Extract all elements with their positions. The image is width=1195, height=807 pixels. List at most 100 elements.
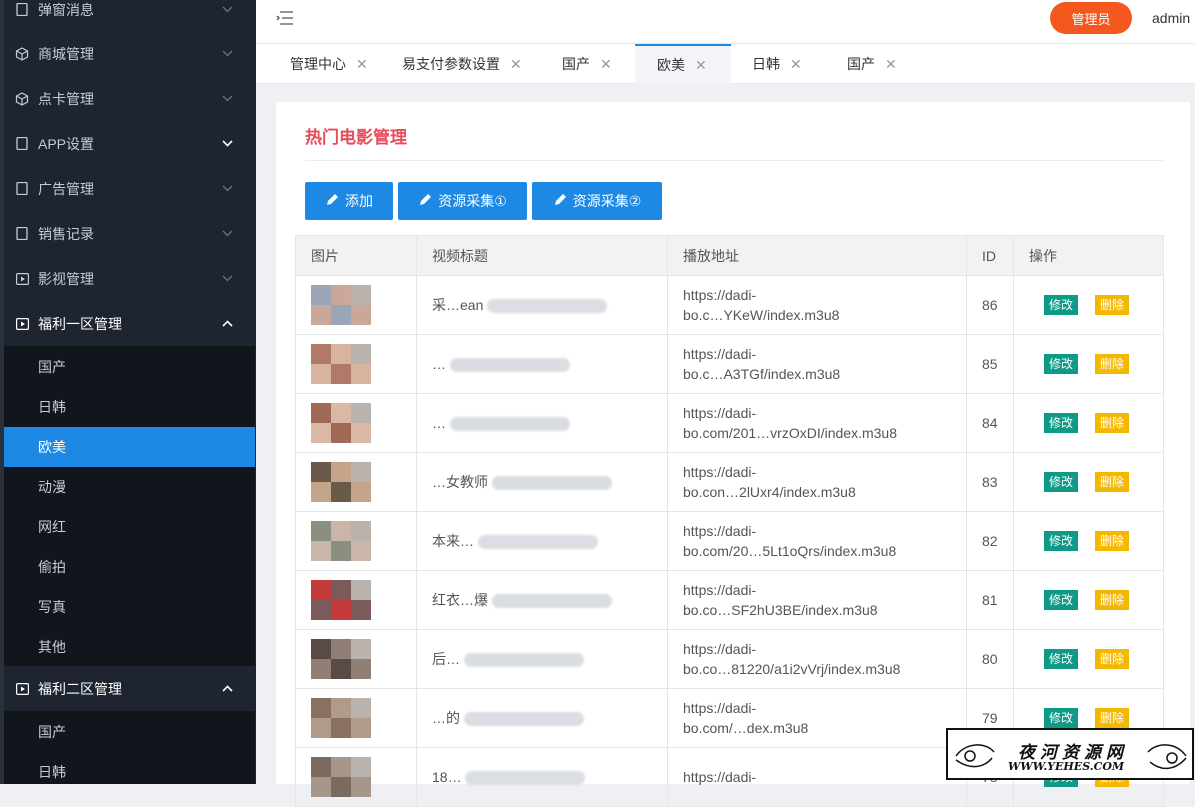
tab-payment-settings[interactable]: 易支付参数设置 ✕ <box>368 44 534 84</box>
button-label: 资源采集① <box>438 193 507 209</box>
tab-western[interactable]: 欧美 ✕ <box>635 44 731 84</box>
close-icon[interactable]: ✕ <box>790 56 802 73</box>
chevron-down-icon <box>221 4 233 16</box>
close-icon[interactable]: ✕ <box>510 56 522 73</box>
thumbnail-image[interactable] <box>311 285 371 325</box>
collect-button-2[interactable]: 资源采集② <box>532 182 662 220</box>
sidebar-item-label: 福利二区管理 <box>38 680 122 697</box>
sidebar-subitem-domestic[interactable]: 国产 <box>4 347 255 387</box>
thumbnail-cell <box>295 393 417 453</box>
sidebar-subitem-western[interactable]: 欧美 <box>4 427 255 467</box>
actions-cell: 修改删除 <box>1013 629 1164 689</box>
thumbnail-image[interactable] <box>311 639 371 679</box>
chevron-up-icon <box>221 683 233 695</box>
close-icon[interactable]: ✕ <box>695 57 707 74</box>
title-cell: 18… <box>416 747 668 807</box>
edit-button[interactable]: 修改 <box>1044 708 1078 728</box>
chevron-up-icon <box>221 318 233 330</box>
edit-button[interactable]: 修改 <box>1044 295 1078 315</box>
url-line-1: https://dadi- <box>683 346 757 362</box>
sidebar-item-welfare-2[interactable]: 福利二区管理 <box>4 666 255 711</box>
edit-button[interactable]: 修改 <box>1044 472 1078 492</box>
sidebar-item-label: 商城管理 <box>38 45 94 62</box>
page-title: 热门电影管理 <box>305 128 407 147</box>
title-cell: 本来… <box>416 511 668 571</box>
delete-button[interactable]: 删除 <box>1095 354 1129 374</box>
edit-button[interactable]: 修改 <box>1044 413 1078 433</box>
tab-bar: 管理中心 ✕ 易支付参数设置 ✕ 国产 ✕ 欧美 ✕ 日韩 ✕ 国产 ✕ <box>256 44 1195 84</box>
sidebar-item-ads[interactable]: 广告管理 <box>4 166 255 211</box>
role-button[interactable]: 管理员 <box>1050 2 1132 34</box>
menu-toggle-icon[interactable] <box>276 11 294 25</box>
close-icon[interactable]: ✕ <box>600 56 612 73</box>
sidebar-subitem-domestic-2[interactable]: 国产 <box>4 712 255 752</box>
tab-label: 易支付参数设置 <box>402 56 500 72</box>
id-cell: 83 <box>966 452 1014 512</box>
close-icon[interactable]: ✕ <box>356 56 368 73</box>
button-label: 添加 <box>345 193 373 209</box>
edit-button[interactable]: 修改 <box>1044 590 1078 610</box>
video-title: …的 <box>432 710 460 726</box>
delete-button[interactable]: 删除 <box>1095 472 1129 492</box>
sidebar-item-label: 影视管理 <box>38 270 94 287</box>
thumbnail-image[interactable] <box>311 698 371 738</box>
sidebar-item-popup-messages[interactable]: 弹窗消息 <box>4 0 255 32</box>
sidebar-item-shop[interactable]: 商城管理 <box>4 31 255 76</box>
tab-jpkr[interactable]: 日韩 ✕ <box>718 44 814 84</box>
title-cell: …女教师 <box>416 452 668 512</box>
thumbnail-image[interactable] <box>311 757 371 797</box>
tab-dashboard[interactable]: 管理中心 ✕ <box>256 44 380 84</box>
id-cell: 85 <box>966 334 1014 394</box>
sidebar-subitem-candid[interactable]: 偷拍 <box>4 547 255 587</box>
edit-button[interactable]: 修改 <box>1044 649 1078 669</box>
thumbnail-image[interactable] <box>311 521 371 561</box>
delete-button[interactable]: 删除 <box>1095 413 1129 433</box>
tab-domestic[interactable]: 国产 ✕ <box>528 44 624 84</box>
tab-domestic-2[interactable]: 国产 ✕ <box>813 44 909 84</box>
sidebar-subitem-other[interactable]: 其他 <box>4 627 255 667</box>
sidebar-subitem-influencer[interactable]: 网红 <box>4 507 255 547</box>
delete-button[interactable]: 删除 <box>1095 649 1129 669</box>
thumbnail-cell <box>295 570 417 630</box>
close-icon[interactable]: ✕ <box>885 56 897 73</box>
delete-button[interactable]: 删除 <box>1095 708 1129 728</box>
sidebar-item-video[interactable]: 影视管理 <box>4 256 255 301</box>
chevron-down-icon <box>221 273 233 285</box>
delete-button[interactable]: 删除 <box>1095 295 1129 315</box>
delete-button[interactable]: 删除 <box>1095 590 1129 610</box>
sidebar-item-label: 广告管理 <box>38 180 94 197</box>
thumbnail-image[interactable] <box>311 344 371 384</box>
thumbnail-cell <box>295 511 417 571</box>
thumbnail-cell <box>295 747 417 807</box>
thumbnail-image[interactable] <box>311 403 371 443</box>
sidebar-subitem-jpkr[interactable]: 日韩 <box>4 387 255 427</box>
sidebar-subitem-anime[interactable]: 动漫 <box>4 467 255 507</box>
edit-button[interactable]: 修改 <box>1044 354 1078 374</box>
watermark-logo: 夜河资源网 WWW.YEHES.COM <box>946 728 1194 780</box>
collect-button-1[interactable]: 资源采集① <box>398 182 527 220</box>
sidebar-subitem-jpkr-2[interactable]: 日韩 <box>4 752 255 784</box>
video-title: … <box>432 356 446 372</box>
edit-button[interactable]: 修改 <box>1044 531 1078 551</box>
thumbnail-cell <box>295 688 417 748</box>
url-line-2: bo.com/20…5Lt1oQrs/index.m3u8 <box>683 543 897 559</box>
sidebar-item-welfare-1[interactable]: 福利一区管理 <box>4 301 255 346</box>
sidebar-subitem-photo[interactable]: 写真 <box>4 587 255 627</box>
sidebar-item-app-settings[interactable]: APP设置 <box>4 121 255 166</box>
url-cell: https://dadi-bo.co…SF2hU3BE/index.m3u8 <box>667 570 967 630</box>
thumbnail-image[interactable] <box>311 580 371 620</box>
document-icon <box>15 137 29 151</box>
sidebar-item-sales[interactable]: 销售记录 <box>4 211 255 256</box>
add-button[interactable]: 添加 <box>305 182 393 220</box>
delete-button[interactable]: 删除 <box>1095 531 1129 551</box>
username[interactable]: admin <box>1152 10 1190 26</box>
video-title: 本来… <box>432 533 474 549</box>
video-title: … <box>432 415 446 431</box>
sidebar-item-card[interactable]: 点卡管理 <box>4 76 255 121</box>
table-row: … https://dadi-bo.c…A3TGf/index.m3u8 85 修改… <box>295 334 1164 394</box>
column-header: 操作 <box>1013 235 1164 276</box>
table-row: 后… https://dadi-bo.co…81220/a1i2vVrj/ind… <box>295 629 1164 689</box>
content-panel: 热门电影管理 添加 资源采集① 资源采集② 图片 视频标题 播放地址 ID 操作… <box>276 102 1190 807</box>
thumbnail-image[interactable] <box>311 462 371 502</box>
video-title: …女教师 <box>432 474 488 490</box>
